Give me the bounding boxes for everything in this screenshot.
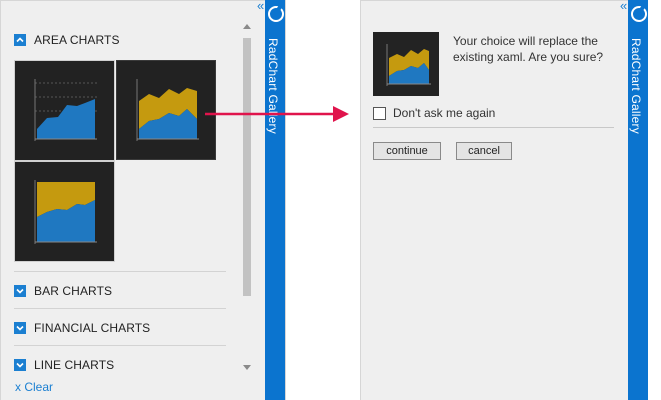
section-divider: [14, 308, 226, 309]
section-label: LINE CHARTS: [34, 358, 115, 372]
scroll-thumb[interactable]: [243, 38, 251, 296]
gallery-title[interactable]: RadChart Gallery: [629, 38, 643, 134]
section-financial-charts[interactable]: FINANCIAL CHARTS: [14, 321, 150, 335]
section-divider: [14, 345, 226, 346]
double-chevron-left-icon[interactable]: «: [257, 0, 264, 12]
panel-border: [285, 0, 286, 400]
thumbnail-stacked-area-100-chart[interactable]: [14, 161, 115, 262]
clear-link[interactable]: x Clear: [15, 380, 53, 394]
chevron-up-icon[interactable]: [14, 34, 26, 46]
double-chevron-left-icon[interactable]: «: [620, 0, 627, 12]
cancel-button[interactable]: cancel: [456, 142, 512, 160]
vertical-scrollbar[interactable]: [240, 22, 254, 372]
arrow-right-icon: [205, 106, 349, 122]
section-bar-charts[interactable]: BAR CHARTS: [14, 284, 112, 298]
section-divider: [14, 271, 226, 272]
section-area-charts[interactable]: AREA CHARTS: [14, 33, 120, 47]
section-line-charts[interactable]: LINE CHARTS: [14, 358, 114, 372]
telerik-logo-icon: [631, 6, 647, 22]
section-label: BAR CHARTS: [34, 284, 113, 298]
chevron-down-icon[interactable]: [14, 322, 26, 334]
section-label: AREA CHARTS: [34, 33, 120, 47]
thumbnail-stacked-area-chart[interactable]: [116, 60, 216, 160]
thumbnail-area-chart[interactable]: [14, 60, 115, 161]
section-label: FINANCIAL CHARTS: [34, 321, 151, 335]
dont-ask-row[interactable]: Don't ask me again: [373, 106, 495, 120]
continue-button[interactable]: continue: [373, 142, 441, 160]
telerik-logo-icon: [268, 6, 284, 22]
dont-ask-label[interactable]: Don't ask me again: [393, 106, 495, 120]
chevron-down-icon[interactable]: [14, 285, 26, 297]
confirm-message: Your choice will replace the existing xa…: [453, 34, 604, 64]
selected-chart-preview: [373, 32, 439, 96]
gallery-side-strip: « RadChart Gallery: [257, 0, 285, 400]
dialog-divider: [373, 127, 614, 128]
dont-ask-checkbox[interactable]: [373, 106, 386, 120]
gallery-side-strip: « RadChart Gallery: [620, 0, 648, 400]
scroll-down-arrow-icon[interactable]: [243, 365, 251, 370]
chevron-down-icon[interactable]: [14, 359, 26, 371]
scroll-up-arrow-icon[interactable]: [243, 24, 251, 29]
